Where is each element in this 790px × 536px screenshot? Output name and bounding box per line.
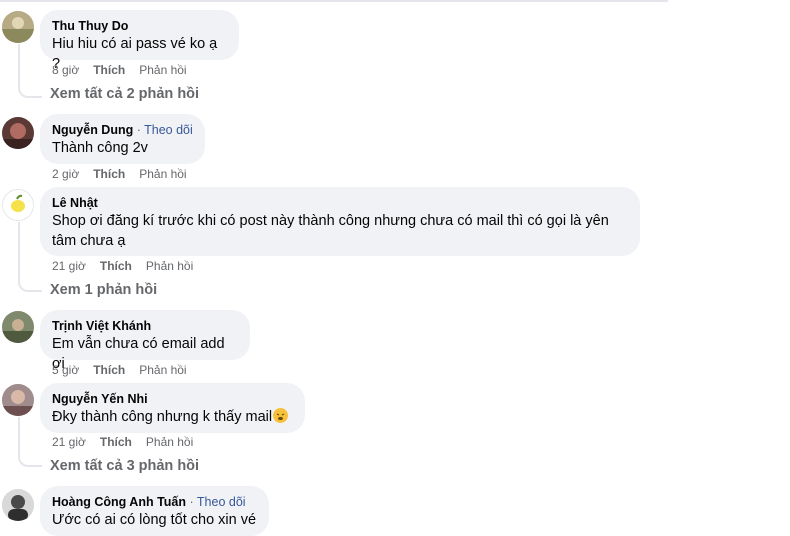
comment-text: Đky thành công nhưng k thấy mail: [52, 409, 273, 425]
comment-time[interactable]: 21 giờ: [52, 259, 86, 273]
thread-line: [18, 222, 20, 280]
avatar-photo-icon: [2, 11, 34, 43]
comment-time[interactable]: 21 giờ: [52, 435, 86, 449]
avatar[interactable]: [2, 311, 34, 343]
separator-dot: ·: [133, 123, 145, 137]
thread-connector: [18, 278, 42, 292]
like-button[interactable]: Thích: [100, 435, 132, 449]
view-replies-link[interactable]: Xem tất cả 2 phản hồi: [50, 86, 199, 102]
comment-text: Thành công 2v: [52, 140, 148, 156]
comment-actions: 21 giờ Thích Phản hồi: [52, 259, 207, 273]
comment-time[interactable]: 2 giờ: [52, 167, 79, 181]
avatar[interactable]: [2, 11, 34, 43]
comment-header: Nguyễn Dung · Theo dõi: [52, 122, 193, 138]
comment-author[interactable]: Lê Nhật: [52, 195, 628, 211]
weary-face-emoji-icon: [273, 408, 289, 423]
view-replies-link[interactable]: Xem tất cả 3 phản hồi: [50, 458, 199, 474]
like-button[interactable]: Thích: [100, 259, 132, 273]
comment-text: Ước có ai có lòng tốt cho xin vé: [52, 512, 257, 528]
comment-time[interactable]: 8 giờ: [52, 63, 79, 77]
like-button[interactable]: Thích: [93, 167, 125, 181]
comment-bubble: Thu Thuy Do Hiu hiu có ai pass vé ko ạ ?: [40, 10, 239, 72]
comment-bubble: Trịnh Việt Khánh Em vẫn chưa có email ad…: [40, 310, 250, 372]
reply-button[interactable]: Phản hồi: [146, 435, 193, 449]
comment-bubble: Nguyễn Dung · Theo dõi Thành công 2v: [40, 114, 205, 164]
avatar[interactable]: [2, 489, 34, 521]
comment-text-line-1: Shop ơi đăng kí trước khi có post này th…: [52, 213, 609, 229]
comment-actions: 2 giờ Thích Phản hồi: [52, 167, 201, 181]
avatar-photo-icon: [2, 311, 34, 343]
avatar[interactable]: [2, 189, 34, 221]
comment-text-line-2: tâm chưa ạ: [52, 233, 126, 249]
avatar-photo-icon: [2, 384, 34, 416]
follow-button[interactable]: Theo dõi: [197, 495, 246, 509]
comment-actions: 21 giờ Thích Phản hồi: [52, 435, 207, 449]
comment-author[interactable]: Thu Thuy Do: [52, 18, 227, 34]
reply-button[interactable]: Phản hồi: [139, 363, 186, 377]
comment-bubble: Lê Nhật Shop ơi đăng kí trước khi có pos…: [40, 187, 640, 256]
comment-author[interactable]: Nguyễn Dung: [52, 123, 133, 137]
comment-actions: 5 giờ Thích Phản hồi: [52, 363, 201, 377]
comment-author[interactable]: Nguyễn Yến Nhi: [52, 391, 293, 407]
comment-actions: 8 giờ Thích Phản hồi: [52, 63, 201, 77]
top-divider: [0, 0, 668, 2]
like-button[interactable]: Thích: [93, 363, 125, 377]
separator-dot: ·: [186, 495, 197, 509]
thread-connector: [18, 84, 42, 98]
comment-time[interactable]: 5 giờ: [52, 363, 79, 377]
comment-author[interactable]: Hoàng Công Anh Tuấn: [52, 495, 186, 509]
like-button[interactable]: Thích: [93, 63, 125, 77]
page-margin: [668, 0, 790, 529]
reply-button[interactable]: Phản hồi: [139, 63, 186, 77]
comment-header: Hoàng Công Anh Tuấn · Theo dõi: [52, 494, 257, 510]
comment-text-row: Đky thành công nhưng k thấy mail: [52, 407, 293, 427]
comment-bubble: Nguyễn Yến Nhi Đky thành công nhưng k th…: [40, 383, 305, 433]
thread-connector: [18, 453, 42, 467]
avatar[interactable]: [2, 117, 34, 149]
reply-button[interactable]: Phản hồi: [146, 259, 193, 273]
comment-author[interactable]: Trịnh Việt Khánh: [52, 318, 238, 334]
view-replies-link[interactable]: Xem 1 phản hồi: [50, 282, 157, 298]
avatar-photo-icon: [2, 489, 34, 521]
thread-line: [18, 417, 20, 455]
avatar-photo-icon: [2, 117, 34, 149]
follow-button[interactable]: Theo dõi: [144, 123, 193, 137]
avatar-lemon-icon: [3, 190, 33, 220]
thread-line: [18, 44, 20, 86]
avatar[interactable]: [2, 384, 34, 416]
reply-button[interactable]: Phản hồi: [139, 167, 186, 181]
